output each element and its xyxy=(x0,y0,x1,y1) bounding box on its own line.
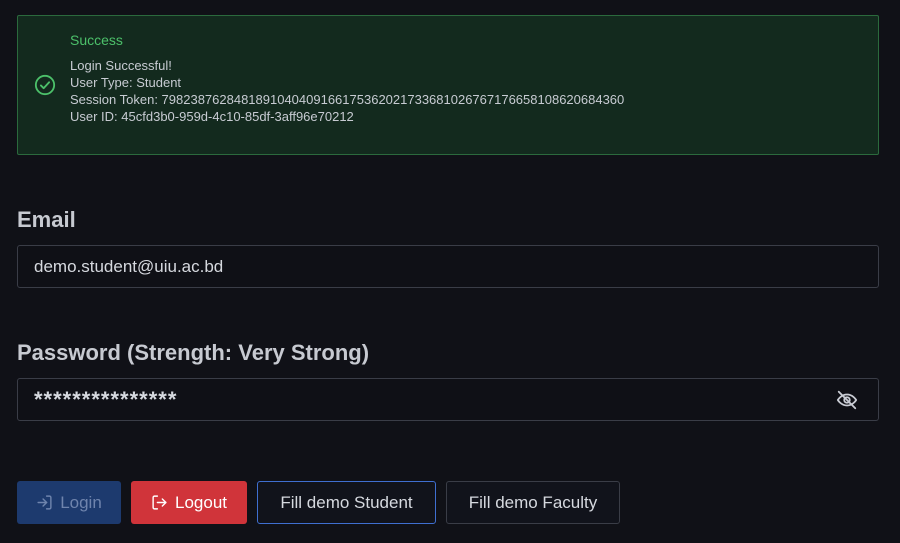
alert-line-session-token: Session Token: 7982387628481891040409166… xyxy=(70,92,625,107)
login-icon xyxy=(37,495,52,510)
email-field[interactable]: demo.student@uiu.ac.bd xyxy=(17,245,879,288)
eye-off-icon[interactable] xyxy=(836,389,858,411)
alert-line-user-type: User Type: Student xyxy=(70,75,182,90)
password-field[interactable]: *************** xyxy=(17,378,879,421)
password-value: *************** xyxy=(34,386,178,412)
email-label: Email xyxy=(17,207,76,232)
password-label: Password (Strength: Very Strong) xyxy=(17,340,370,365)
check-circle-icon xyxy=(34,74,56,96)
login-label: Login xyxy=(60,492,102,512)
alert-title: Success xyxy=(70,32,123,48)
logout-icon xyxy=(152,495,167,510)
fill-demo-student-button[interactable]: Fill demo Student xyxy=(257,481,436,524)
alert-message: Login Successful! User Type: Student Ses… xyxy=(70,57,624,125)
login-button[interactable]: Login xyxy=(17,481,121,524)
logout-label: Logout xyxy=(175,492,227,512)
success-alert: Success Login Successful! User Type: Stu… xyxy=(17,15,879,155)
logout-button[interactable]: Logout xyxy=(131,481,247,524)
email-value: demo.student@uiu.ac.bd xyxy=(34,256,224,276)
alert-line-login-status: Login Successful! xyxy=(70,58,172,73)
alert-line-user-id: User ID: 45cfd3b0-959d-4c10-85df-3aff96e… xyxy=(70,109,354,124)
fill-demo-faculty-button[interactable]: Fill demo Faculty xyxy=(446,481,620,524)
